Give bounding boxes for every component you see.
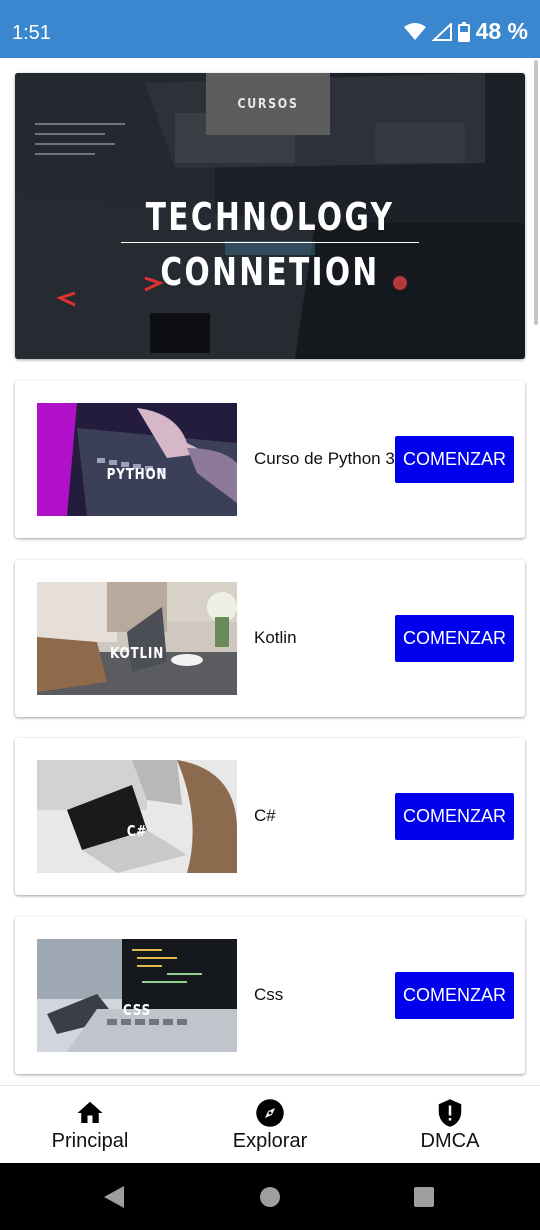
signal-icon <box>431 22 452 41</box>
start-course-button[interactable]: COMENZAR <box>395 615 514 662</box>
start-course-button[interactable]: COMENZAR <box>395 436 514 483</box>
battery-percent: 48 % <box>475 18 528 44</box>
csharp-thumb-image <box>37 760 237 873</box>
course-thumbnail: CSS <box>37 939 237 1052</box>
css-thumb-image <box>37 939 237 1052</box>
battery-icon <box>457 21 470 42</box>
wifi-icon <box>403 22 426 40</box>
start-course-button[interactable]: COMENZAR <box>395 972 514 1019</box>
kotlin-thumb-image <box>37 582 237 695</box>
nav-item-dmca[interactable]: DMCA <box>360 1086 540 1164</box>
status-bar: 1:51 48 % <box>0 0 540 58</box>
status-icons: 48 % <box>403 18 528 45</box>
start-course-button[interactable]: COMENZAR <box>395 793 514 840</box>
scrollbar[interactable] <box>534 60 538 325</box>
bottom-navigation: Principal Explorar DMCA <box>0 1085 540 1163</box>
status-time: 1:51 <box>12 22 51 44</box>
banner-divider <box>121 242 419 243</box>
hero-banner: CURSOS TECHNOLOGY CONNETION <box>15 73 525 359</box>
thumb-label: CSS <box>122 1001 152 1019</box>
thumb-label: KOTLIN <box>109 644 165 662</box>
course-name: C# <box>254 806 276 825</box>
course-name: Kotlin <box>254 628 297 647</box>
course-thumbnail: PYTHON <box>37 403 237 516</box>
banner-title-line1: TECHNOLOGY <box>145 195 395 239</box>
python-thumb-image <box>37 403 237 516</box>
course-thumbnail: C# <box>37 760 237 873</box>
course-name: Curso de Python 3 <box>254 449 395 468</box>
shield-alert-icon <box>438 1099 462 1127</box>
system-navigation-bar <box>0 1163 540 1230</box>
course-card[interactable]: CSS Css COMENZAR <box>15 917 525 1074</box>
nav-item-principal[interactable]: Principal <box>0 1086 180 1164</box>
course-name: Css <box>254 985 284 1004</box>
home-icon <box>77 1101 103 1123</box>
course-card[interactable]: PYTHON Curso de Python 3 COMENZAR <box>15 381 525 538</box>
thumb-label: C# <box>126 822 148 840</box>
main-content[interactable]: CURSOS TECHNOLOGY CONNETION PYTHON Curso… <box>0 58 540 1085</box>
nav-item-explorar[interactable]: Explorar <box>180 1086 360 1164</box>
thumb-label: PYTHON <box>106 465 168 483</box>
course-thumbnail: KOTLIN <box>37 582 237 695</box>
nav-label: Principal <box>51 1130 129 1152</box>
recents-icon[interactable] <box>413 1186 435 1208</box>
home-circle-icon[interactable] <box>259 1186 281 1208</box>
back-icon[interactable] <box>103 1185 125 1209</box>
nav-label: DMCA <box>420 1130 480 1152</box>
nav-label: Explorar <box>232 1130 308 1152</box>
banner-title-line2: CONNETION <box>160 250 380 294</box>
banner-tag: CURSOS <box>205 73 331 135</box>
course-card[interactable]: KOTLIN Kotlin COMENZAR <box>15 560 525 717</box>
compass-icon <box>256 1099 284 1127</box>
course-card[interactable]: C# C# COMENZAR <box>15 738 525 895</box>
